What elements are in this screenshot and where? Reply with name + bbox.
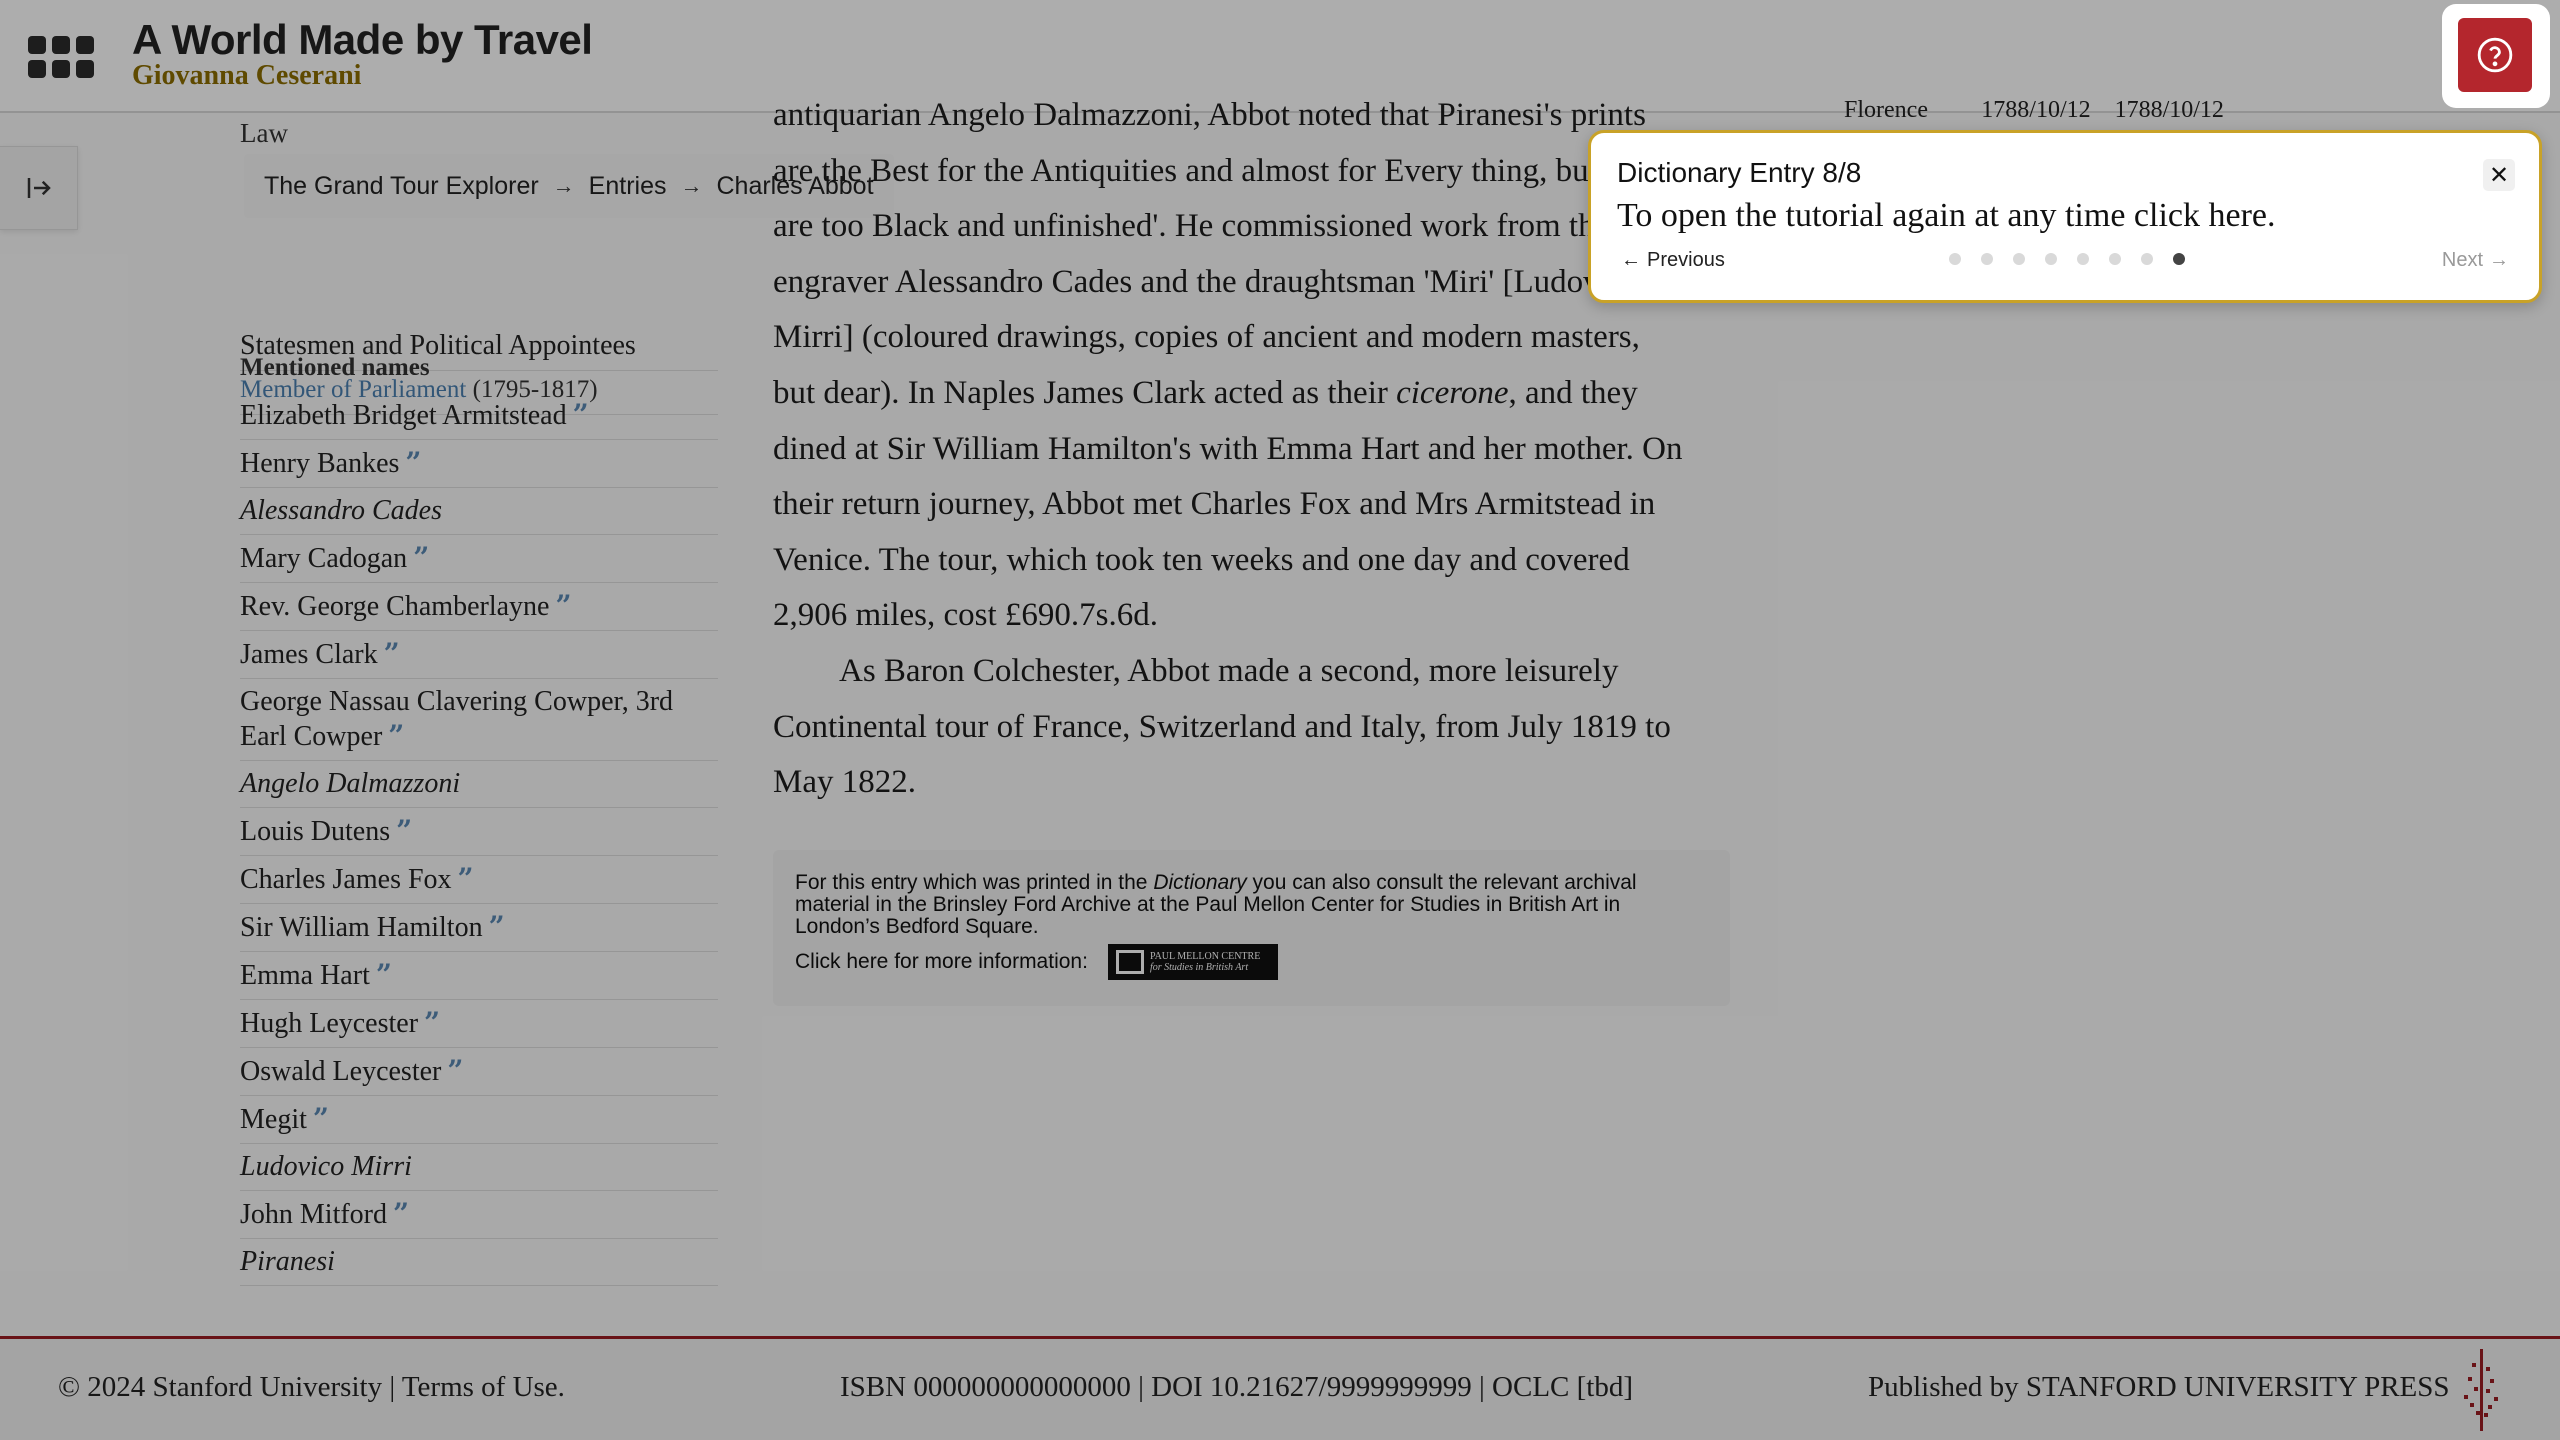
arrow-right-icon: → [680, 173, 703, 198]
expand-sidebar-icon [27, 178, 51, 198]
mentioned-names-list: Elizabeth Bridget Armitstead” Henry Banke… [240, 392, 718, 1286]
quote-icon[interactable]: ” [489, 910, 505, 943]
mentioned-name-label: Ludovico Mirri [240, 1151, 412, 1182]
arrow-right-icon: → [2489, 249, 2509, 271]
tutorial-step-dot[interactable] [2141, 253, 2153, 265]
mentioned-name-item: Alessandro Cades [240, 488, 718, 535]
mentioned-name-item[interactable]: John Mitford” [240, 1191, 718, 1239]
stanford-press-logo [2464, 1349, 2498, 1431]
mentioned-name-label: George Nassau Clavering Cowper, 3rd Earl… [240, 686, 674, 752]
isbn-text: ISBN 000000000000000 | DOI 10.21627/9999… [840, 1371, 1633, 1403]
tutorial-next-button[interactable]: Next → [2442, 249, 2509, 272]
tutorial-title: Dictionary Entry 8/8 [1617, 157, 1862, 188]
mentioned-name-label: Alessandro Cades [240, 495, 442, 526]
quote-icon[interactable]: ” [413, 541, 429, 574]
arrow-left-icon: ← [1621, 249, 1641, 271]
mentioned-name-item[interactable]: Sir William Hamilton” [240, 904, 718, 952]
itinerary-row: Florence 1788/10/12 1788/10/12 [1844, 90, 2224, 132]
entry-paragraph: As Baron Colchester, Abbot made a second… [773, 652, 1671, 801]
mentioned-name-item[interactable]: Hugh Leycester” [240, 1000, 718, 1048]
quote-icon[interactable]: ” [424, 1006, 440, 1039]
occupation-law: Law [240, 118, 288, 148]
quote-icon[interactable]: ” [573, 398, 589, 431]
sidebar-toggle-button[interactable] [0, 146, 78, 230]
mentioned-name-label: Mary Cadogan [240, 543, 408, 574]
mentioned-names-heading: Mentioned names [240, 354, 430, 381]
site-title[interactable]: A World Made by Travel [132, 16, 593, 64]
mentioned-name-label: Sir William Hamilton [240, 912, 483, 943]
mentioned-name-item[interactable]: Louis Dutens” [240, 808, 718, 856]
quote-icon[interactable]: ” [447, 1054, 463, 1087]
breadcrumb-grand-tour-explorer[interactable]: The Grand Tour Explorer [264, 172, 539, 201]
archive-info-box: For this entry which was printed in the … [773, 850, 1730, 1006]
mentioned-name-item[interactable]: Rev. George Chamberlayne” [240, 583, 718, 631]
mentioned-name-item: Piranesi [240, 1239, 718, 1286]
quote-icon[interactable]: ” [458, 862, 474, 895]
tutorial-previous-button[interactable]: ← Previous [1621, 249, 1725, 272]
mentioned-name-item: Ludovico Mirri [240, 1144, 718, 1191]
site-footer: © 2024 Stanford University | Terms of Us… [0, 1336, 2560, 1440]
site-author: Giovanna Ceserani [132, 60, 362, 91]
mentioned-name-item[interactable]: Oswald Leycester” [240, 1048, 718, 1096]
mentioned-name-item[interactable]: Emma Hart” [240, 952, 718, 1000]
breadcrumb-entries[interactable]: Entries [589, 172, 667, 201]
tutorial-progress-dots [1949, 253, 2185, 265]
mentioned-name-item[interactable]: Megit” [240, 1096, 718, 1144]
mentioned-name-item[interactable]: James Clark” [240, 631, 718, 679]
mentioned-name-label: Louis Dutens [240, 816, 391, 847]
next-label: Next [2441, 249, 2483, 271]
mentioned-name-label: Emma Hart [240, 960, 370, 991]
quote-icon[interactable]: ” [405, 446, 421, 479]
tutorial-step-dot[interactable] [2013, 253, 2025, 265]
tutorial-step-dot[interactable] [2045, 253, 2057, 265]
mentioned-name-item[interactable]: Elizabeth Bridget Armitstead” [240, 392, 718, 440]
mentioned-name-label: Hugh Leycester [240, 1008, 419, 1039]
mentioned-name-item[interactable]: George Nassau Clavering Cowper, 3rd Earl… [240, 679, 718, 761]
quote-icon[interactable]: ” [393, 1197, 409, 1230]
archive-more-info: Click here for more information: PAUL ME… [795, 944, 1278, 980]
mentioned-name-label: Elizabeth Bridget Armitstead [240, 400, 567, 431]
quote-icon[interactable]: ” [376, 958, 392, 991]
help-button[interactable] [2458, 18, 2532, 92]
tutorial-body: To open the tutorial again at any time c… [1617, 197, 2276, 234]
tutorial-popup: Dictionary Entry 8/8 To open the tutoria… [1588, 130, 2542, 303]
mentioned-name-label: Henry Bankes [240, 448, 400, 479]
quote-icon[interactable]: ” [388, 719, 404, 752]
close-icon[interactable]: ✕ [2483, 159, 2515, 191]
itinerary-to: 1788/10/12 [2114, 97, 2224, 123]
mentioned-name-item: Angelo Dalmazzoni [240, 761, 718, 808]
more-info-label: Click here for more information: [795, 950, 1088, 973]
tutorial-step-dot[interactable] [1949, 253, 1961, 265]
archive-description: For this entry which was printed in the … [795, 871, 1637, 938]
mentioned-name-label: James Clark [240, 639, 378, 670]
mentioned-name-item[interactable]: Mary Cadogan” [240, 535, 718, 583]
quote-icon[interactable]: ” [313, 1102, 329, 1135]
tutorial-step-dot[interactable] [2077, 253, 2089, 265]
mentioned-name-item[interactable]: Henry Bankes” [240, 440, 718, 488]
mentioned-name-label: John Mitford [240, 1199, 387, 1230]
itinerary-place: Florence [1844, 97, 1928, 123]
tutorial-step-dot[interactable] [2109, 253, 2121, 265]
mentioned-name-label: Oswald Leycester [240, 1056, 442, 1087]
quote-icon[interactable]: ” [555, 589, 571, 622]
mentioned-name-label: Angelo Dalmazzoni [240, 768, 461, 799]
paul-mellon-centre-logo[interactable]: PAUL MELLON CENTRE for Studies in British… [1107, 944, 1278, 980]
tutorial-step-dot[interactable] [2173, 253, 2185, 265]
arrow-right-icon: → [552, 173, 575, 198]
mentioned-name-label: Rev. George Chamberlayne [240, 591, 550, 622]
quote-icon[interactable]: ” [396, 814, 412, 847]
publisher-text: Published by STANFORD UNIVERSITY PRESS [1868, 1371, 2450, 1403]
mentioned-name-label: Piranesi [240, 1246, 335, 1277]
tutorial-step-dot[interactable] [1981, 253, 1993, 265]
itinerary-from: 1788/10/12 [1981, 97, 2091, 123]
mentioned-name-label: Charles James Fox [240, 864, 452, 895]
question-circle-icon [2477, 37, 2513, 73]
previous-label: Previous [1647, 249, 1725, 271]
copyright-text[interactable]: © 2024 Stanford University | Terms of Us… [58, 1371, 565, 1404]
mentioned-name-label: Megit [240, 1104, 307, 1135]
apps-grid-icon[interactable] [28, 36, 94, 78]
mentioned-name-item[interactable]: Charles James Fox” [240, 856, 718, 904]
quote-icon[interactable]: ” [384, 637, 400, 670]
